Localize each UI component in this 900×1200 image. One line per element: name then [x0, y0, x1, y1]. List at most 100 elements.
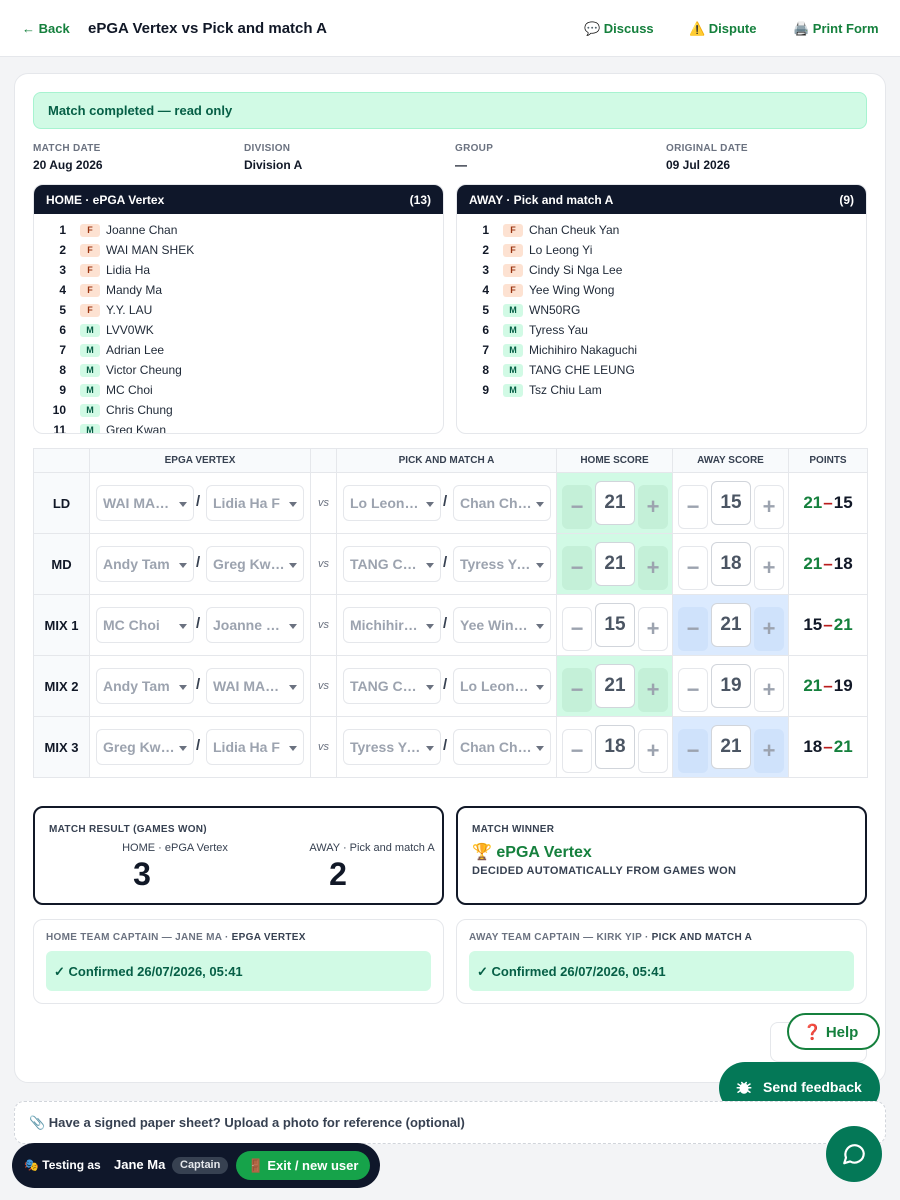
home-score-value: 15: [595, 603, 635, 647]
away-score-value: 21: [711, 603, 751, 647]
home-decrement-button[interactable]: −: [562, 729, 592, 773]
pair-separator: /: [443, 493, 448, 510]
page-title: ePGA Vertex vs Pick and match A: [88, 20, 327, 37]
away-decrement-button[interactable]: −: [678, 485, 708, 529]
home-decrement-button[interactable]: −: [562, 607, 592, 651]
meta-match-date: MATCH DATE 20 Aug 2026: [33, 143, 103, 172]
away-player-1-select[interactable]: TANG CHE LEUNG: [343, 546, 441, 582]
home-decrement-button[interactable]: −: [562, 485, 592, 529]
home-captain-status: ✓ Confirmed 26/07/2026, 05:41: [46, 951, 431, 991]
points-away: 15: [833, 493, 853, 512]
away-decrement-button[interactable]: −: [678, 668, 708, 712]
home-score-cell: −21 +: [556, 472, 673, 534]
player-number: 1: [482, 223, 489, 237]
home-player-2-select[interactable]: Lidia Ha F: [206, 485, 304, 521]
gender-badge: F: [80, 304, 100, 317]
home-roster[interactable]: HOME · ePGA Vertex (13) 1 F Joanne Chan 2 F W…: [33, 184, 444, 434]
away-pair: Tyress Yau / Chan Cheuk Yan: [336, 716, 557, 778]
points-away: 19: [833, 676, 853, 695]
upload-photo-area[interactable]: 📎 Have a signed paper sheet? Upload a ph…: [14, 1101, 886, 1144]
dispute-button[interactable]: ⚠️ Dispute: [689, 21, 756, 37]
player-row: 8 M Victor Cheung: [34, 361, 443, 381]
home-player-1-select[interactable]: Andy Tam: [96, 668, 194, 704]
match-winner-box: MATCH WINNER 🏆 ePGA Vertex DECIDED AUTOM…: [456, 806, 867, 905]
selected-player: Greg Kwan: [213, 556, 285, 572]
player-number: 1: [59, 223, 66, 237]
game-label: MIX 3: [33, 716, 90, 778]
home-increment-button[interactable]: +: [638, 729, 668, 773]
result-away-games: 2: [329, 856, 347, 892]
testing-user-name: Jane Ma: [114, 1157, 166, 1172]
away-increment-button[interactable]: +: [754, 607, 784, 651]
match-result-label: MATCH RESULT (GAMES WON): [49, 824, 207, 835]
game-row: LD WAI MAN SHEK / Lidia Ha F vs Lo Leong Yi / C…: [33, 472, 868, 534]
home-player-2-select[interactable]: WAI MAN SHEK: [206, 668, 304, 704]
away-player-1-select[interactable]: Tyress Yau: [343, 729, 441, 765]
home-player-1-select[interactable]: WAI MAN SHEK: [96, 485, 194, 521]
away-decrement-button[interactable]: −: [678, 607, 708, 651]
home-increment-button[interactable]: +: [638, 546, 668, 590]
away-decrement-button[interactable]: −: [678, 729, 708, 773]
player-name: Chan Cheuk Yan: [529, 223, 620, 237]
selected-player: Yee Wing Wong: [460, 617, 532, 633]
away-player-2-select[interactable]: Lo Leong Yi: [453, 668, 551, 704]
meta-label: GROUP: [455, 143, 494, 154]
away-increment-button[interactable]: +: [754, 485, 784, 529]
player-number: 5: [59, 303, 66, 317]
home-player-1-select[interactable]: Greg Kwan: [96, 729, 194, 765]
player-row: 6 M Tyress Yau: [457, 321, 866, 341]
away-player-2-select[interactable]: Chan Cheuk Yan: [453, 485, 551, 521]
home-pair: Andy Tam / Greg Kwan: [89, 533, 311, 595]
home-player-2-select[interactable]: Lidia Ha F: [206, 729, 304, 765]
bug-icon: [736, 1081, 752, 1094]
vs-label: vs: [310, 533, 337, 595]
home-player-2-select[interactable]: Joanne Chan: [206, 607, 304, 643]
away-player-1-select[interactable]: Michihiro Nakaguchi: [343, 607, 441, 643]
home-player-2-select[interactable]: Greg Kwan: [206, 546, 304, 582]
meta-value: —: [455, 158, 467, 172]
pair-separator: /: [196, 676, 201, 693]
help-button[interactable]: ❓ Help: [787, 1013, 880, 1050]
home-roster-title: HOME · ePGA Vertex: [46, 193, 165, 207]
pair-separator: /: [196, 493, 201, 510]
home-player-1-select[interactable]: Andy Tam: [96, 546, 194, 582]
selected-player: Greg Kwan: [103, 739, 175, 755]
points-home: 21: [803, 554, 823, 573]
home-increment-button[interactable]: +: [638, 607, 668, 651]
print-form-button[interactable]: 🖨️ Print Form: [793, 21, 879, 37]
away-player-1-select[interactable]: Lo Leong Yi: [343, 485, 441, 521]
away-player-1-select[interactable]: TANG CHE LEUNG: [343, 668, 441, 704]
away-player-2-select[interactable]: Chan Cheuk Yan: [453, 729, 551, 765]
home-decrement-button[interactable]: −: [562, 546, 592, 590]
games-header-row: EPGA VERTEX PICK AND MATCH A HOME SCORE …: [33, 448, 868, 473]
chat-button[interactable]: [826, 1126, 882, 1182]
away-decrement-button[interactable]: −: [678, 546, 708, 590]
back-link[interactable]: ← Back: [22, 21, 70, 36]
home-increment-button[interactable]: +: [638, 485, 668, 529]
away-player-2-select[interactable]: Tyress Yau: [453, 546, 551, 582]
home-increment-button[interactable]: +: [638, 668, 668, 712]
player-name: TANG CHE LEUNG: [529, 363, 635, 377]
home-score-cell: −21 +: [556, 533, 673, 595]
discuss-button[interactable]: 💬 Discuss: [584, 21, 654, 37]
testing-prefix: 🎭 Testing as: [24, 1158, 101, 1172]
game-label: MD: [33, 533, 90, 595]
away-increment-button[interactable]: +: [754, 729, 784, 773]
header-home-team: EPGA VERTEX: [89, 448, 311, 473]
points-cell: 18–21: [788, 716, 868, 778]
points-away: 21: [833, 737, 853, 756]
away-player-2-select[interactable]: Yee Wing Wong: [453, 607, 551, 643]
away-score-cell: −18 +: [672, 533, 789, 595]
away-roster[interactable]: AWAY · Pick and match A (9) 1 F Chan Cheuk…: [456, 184, 867, 434]
gender-badge: F: [503, 284, 523, 297]
away-increment-button[interactable]: +: [754, 546, 784, 590]
away-increment-button[interactable]: +: [754, 668, 784, 712]
player-row: 4 F Mandy Ma: [34, 281, 443, 301]
home-decrement-button[interactable]: −: [562, 668, 592, 712]
exit-user-button[interactable]: 🚪 Exit / new user: [236, 1151, 370, 1180]
pair-separator: /: [443, 737, 448, 754]
player-number: 11: [53, 423, 66, 434]
player-number: 4: [482, 283, 489, 297]
home-player-1-select[interactable]: MC Choi: [96, 607, 194, 643]
pair-separator: /: [443, 615, 448, 632]
